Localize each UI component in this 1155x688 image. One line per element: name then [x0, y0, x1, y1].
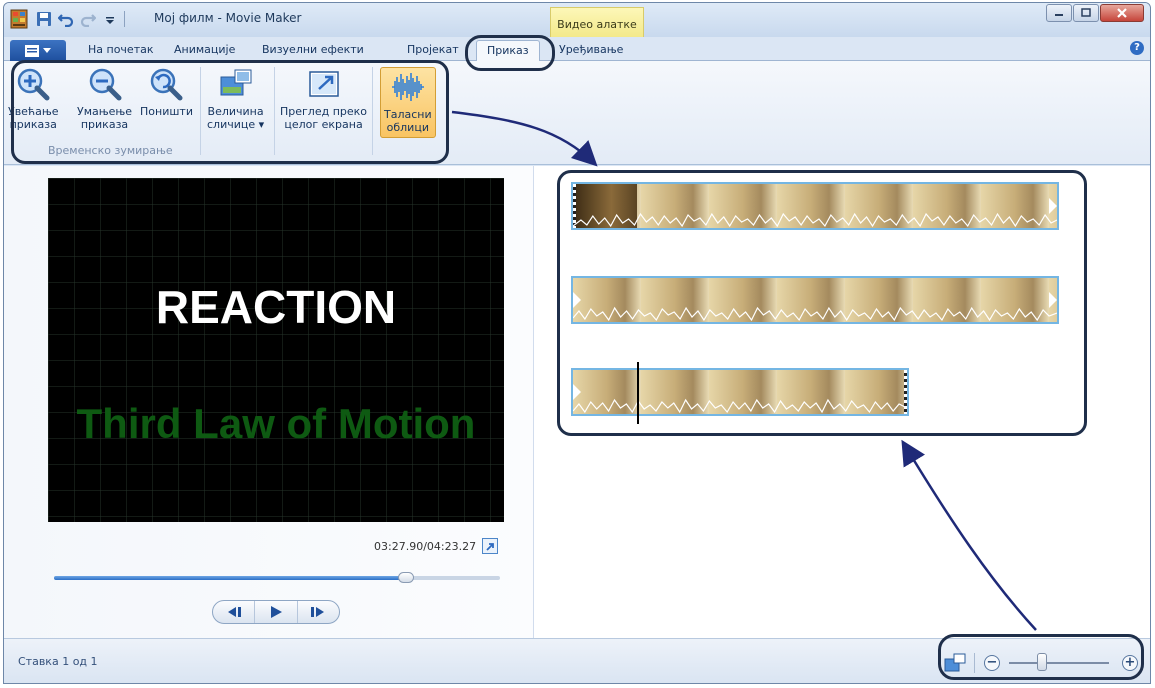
undo-icon[interactable] — [58, 11, 74, 27]
video-preview[interactable]: REACTION Third Law of Motion — [48, 178, 504, 522]
ribbon-tabs: На почетак Анимације Визуелни ефекти Про… — [4, 37, 1150, 62]
next-frame-icon — [311, 607, 325, 617]
customize-qat-icon[interactable] — [102, 11, 118, 27]
seek-progress — [54, 576, 407, 580]
maximize-button[interactable] — [1073, 4, 1099, 22]
title-bar: Мој филм - Movie Maker Видео алатке — [4, 3, 1150, 37]
tab-animations[interactable]: Анимације — [174, 43, 235, 56]
timecode: 03:27.90/04:23.27 — [374, 540, 477, 553]
movie-maker-app-icon[interactable] — [10, 9, 28, 29]
previous-frame-button[interactable] — [213, 601, 256, 623]
minimize-icon — [1055, 14, 1063, 16]
close-button[interactable] — [1100, 4, 1144, 22]
tab-edit[interactable]: Уређивање — [559, 43, 623, 56]
save-icon[interactable] — [36, 11, 52, 27]
file-menu-button[interactable] — [10, 40, 66, 61]
window-controls — [1046, 4, 1144, 22]
view-tab-callout-frame — [465, 35, 555, 71]
window-title: Мој филм - Movie Maker — [154, 11, 302, 25]
tab-visual-effects[interactable]: Визуелни ефекти — [262, 43, 364, 56]
quick-access-toolbar — [36, 11, 125, 27]
redo-icon[interactable] — [80, 11, 96, 27]
tab-home[interactable]: На почетак — [88, 43, 154, 56]
expand-icon — [486, 543, 494, 551]
playback-controls — [212, 600, 340, 624]
chevron-down-icon — [43, 47, 51, 53]
app-menu-icon — [25, 44, 39, 57]
seek-bar[interactable] — [54, 572, 500, 583]
timeline-callout-frame — [557, 170, 1087, 436]
play-button[interactable] — [255, 601, 298, 623]
minimize-button[interactable] — [1046, 4, 1072, 22]
preview-pane: REACTION Third Law of Motion 03:27.90/04… — [4, 166, 534, 638]
tab-project[interactable]: Пројекат — [407, 43, 459, 56]
video-title-text: REACTION — [155, 281, 397, 333]
next-frame-button[interactable] — [298, 601, 339, 623]
graph-grid-background — [48, 178, 504, 522]
item-count-status: Ставка 1 од 1 — [18, 655, 98, 668]
seek-thumb[interactable] — [398, 572, 415, 583]
close-icon — [1117, 8, 1127, 18]
previous-frame-icon — [227, 607, 241, 617]
fullscreen-button[interactable] — [482, 538, 498, 554]
play-icon — [270, 606, 282, 618]
video-subtitle-text: Third Law of Motion — [76, 400, 476, 447]
maximize-icon — [1081, 8, 1091, 17]
zoom-callout-frame — [938, 634, 1144, 680]
video-tools-context-header: Видео алатке — [550, 7, 644, 37]
ribbon-callout-frame — [11, 60, 449, 164]
help-icon[interactable]: ? — [1130, 41, 1144, 55]
